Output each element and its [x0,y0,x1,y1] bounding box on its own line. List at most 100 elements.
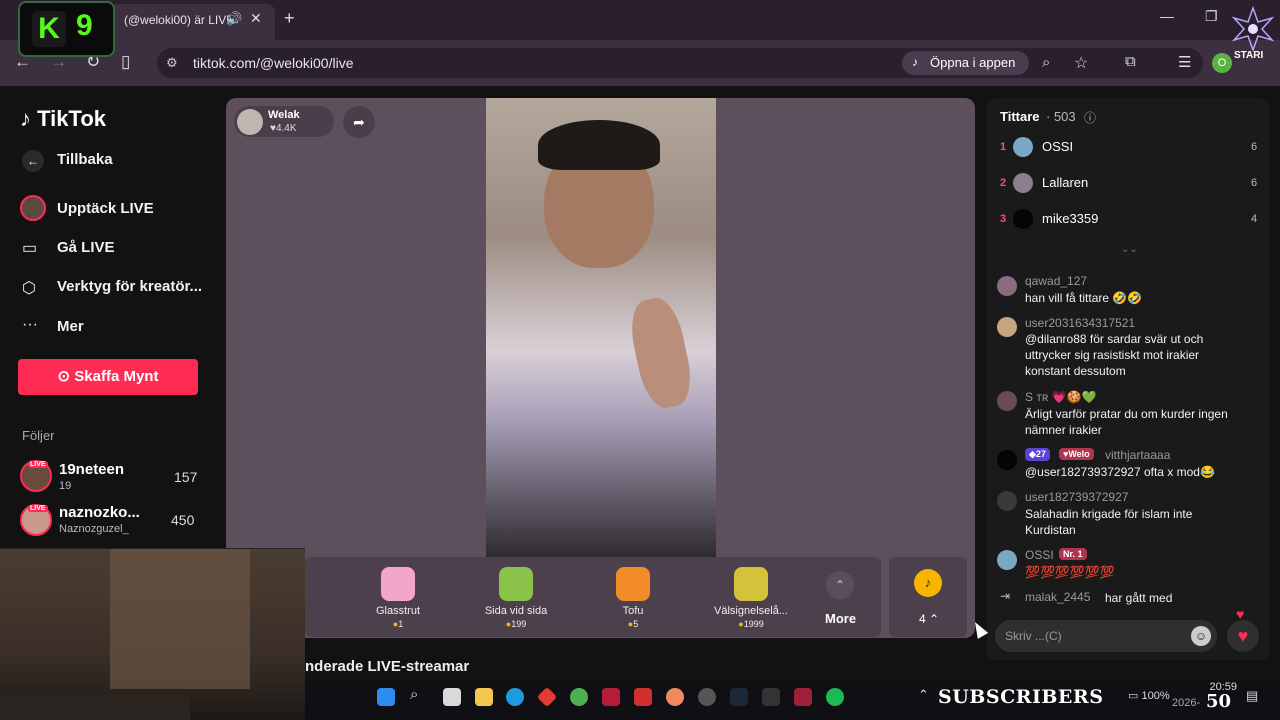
back-link[interactable]: Tillbaka [57,151,113,168]
media-controls-icon[interactable]: ☰ [1178,53,1191,71]
avatar[interactable] [997,391,1017,411]
gift-name[interactable]: Tofu [593,605,673,617]
split-view-icon[interactable]: ▯ [121,52,130,72]
tray-chevron-icon[interactable]: ⌃ [918,687,929,703]
edge-icon[interactable] [506,688,524,706]
following-name[interactable]: 19neteen [59,461,124,478]
profile-avatar[interactable]: O [1212,53,1232,73]
chat-message: 💯💯💯💯💯💯 [1025,565,1115,579]
tiktok-note-icon: ♪ [20,106,31,131]
rank-name[interactable]: OSSI [1042,139,1073,154]
following-header: Följer [22,428,55,443]
close-tab-icon[interactable]: ✕ [250,10,262,27]
chevron-up-icon[interactable]: ⌃ [826,571,854,599]
avatar[interactable] [997,450,1017,470]
pink-app-icon[interactable] [794,688,812,706]
sidebar-item-go-live[interactable]: Gå LIVE [57,239,115,256]
chat-username[interactable]: qawad_127 [1025,274,1087,288]
chat-message: @user182739372927 ofta x mod😂 [1025,465,1215,479]
rank-number: 3 [1000,213,1007,225]
adobe-icon[interactable] [602,688,620,706]
camera-icon: ▭ [22,240,38,257]
expand-chevron-icon[interactable]: ⌄⌄ [1121,244,1138,255]
tf-app-icon[interactable] [762,688,780,706]
join-username[interactable]: malak_2445 [1025,590,1090,604]
windows-start-icon[interactable] [377,688,395,706]
avatar[interactable] [997,276,1017,296]
live-video[interactable] [486,98,716,557]
avatar[interactable] [997,550,1017,570]
gift-icon[interactable] [734,567,768,601]
chat-username[interactable]: user2031634317521 [1025,316,1135,330]
rank-number: 1 [1000,141,1007,153]
live-avatar-icon [20,195,46,221]
gift-name[interactable]: Välsignelselå... [706,605,796,617]
sidebar-item-discover-live[interactable]: Upptäck LIVE [57,200,154,217]
rank-name[interactable]: Lallaren [1042,175,1088,190]
share-icon[interactable]: ➦ [343,106,375,138]
new-tab-icon[interactable]: + [284,8,295,29]
webcam-bed [0,694,190,720]
speaker-icon[interactable]: 🔊 [226,11,242,27]
chat-username[interactable]: OSSI [1025,548,1054,562]
coin-icon: ⊙ [57,368,71,385]
notification-icon[interactable]: ▤ [1246,688,1258,704]
chat-username[interactable]: user182739372927 [1025,490,1128,504]
spotify-icon[interactable] [826,688,844,706]
chrome-icon[interactable] [570,688,588,706]
mcafee-icon[interactable] [634,688,652,706]
gift-icon[interactable] [381,567,415,601]
bookmark-star-icon[interactable]: ☆ [1074,53,1088,73]
emoji-icon[interactable]: ☺ [1191,626,1211,646]
subscribers-overlay: SUBSCRIBERS [938,686,1104,708]
search-icon[interactable]: ⌕ [410,686,418,703]
avatar[interactable] [1013,173,1033,193]
gift-icon[interactable] [616,567,650,601]
coin-icon: ♪ [914,569,942,597]
url-text[interactable]: tiktok.com/@weloki00/live [193,55,354,71]
rank-name[interactable]: mike3359 [1042,211,1098,226]
orange-app-icon[interactable] [666,688,684,706]
following-sub: 19 [59,480,72,492]
avatar[interactable] [237,109,263,135]
join-icon: ⇥ [1000,589,1011,603]
viewers-label[interactable]: Tittare [1000,109,1040,124]
recommended-live-heading: nderade LIVE-streamar [305,658,470,675]
chat-username[interactable]: vitthjartaaaa [1105,448,1170,462]
avatar[interactable] [1013,209,1033,229]
coin-count-value: 4 [919,612,926,626]
gift-name[interactable]: Glasstrut [358,605,438,617]
back-arrow-icon[interactable]: ← [22,150,44,172]
coin-count[interactable]: 4 ⌃ [919,612,939,626]
like-heart-button[interactable]: ♥ [1227,620,1259,652]
following-name[interactable]: naznozko... [59,504,140,521]
avatar[interactable] [1013,137,1033,157]
task-view-icon[interactable] [443,688,461,706]
chat-username[interactable]: S ᴛʀ 💗🍪💚 [1025,390,1097,404]
get-coins-button[interactable]: ⊙ Skaffa Mynt [18,359,198,395]
sidebar-item-more[interactable]: Mer [57,318,84,335]
help-icon[interactable]: ⓘ [1084,109,1096,126]
site-info-icon[interactable]: ⚙ [166,55,178,71]
battery-indicator[interactable]: ▭ 100% [1128,689,1170,702]
restore-icon[interactable]: ❐ [1205,8,1218,25]
extensions-icon[interactable]: ⧉ [1125,53,1136,70]
avatar[interactable] [997,491,1017,511]
more-gifts-button[interactable]: More [825,611,856,626]
gift-price-value: 1999 [743,619,764,629]
live-badge: LIVE [28,461,48,468]
file-explorer-icon[interactable] [475,688,493,706]
avatar[interactable] [997,317,1017,337]
steam-icon[interactable] [730,688,748,706]
k9-overlay: K 9 [18,1,115,57]
gift-icon[interactable] [499,567,533,601]
minimize-icon[interactable]: — [1160,8,1174,24]
zoom-icon[interactable]: ⌕ [1042,54,1050,71]
host-name[interactable]: Welak [268,109,300,121]
gift-name[interactable]: Sida vid sida [476,605,556,617]
host-likes: ♥4.4K [270,123,297,134]
obs-icon[interactable] [698,688,716,706]
level-badge-value: 27 [1035,449,1046,459]
sidebar-item-creator-tools[interactable]: Verktyg för kreatör... [57,278,202,295]
tiktok-logo[interactable]: ♪ TikTok [20,106,106,132]
